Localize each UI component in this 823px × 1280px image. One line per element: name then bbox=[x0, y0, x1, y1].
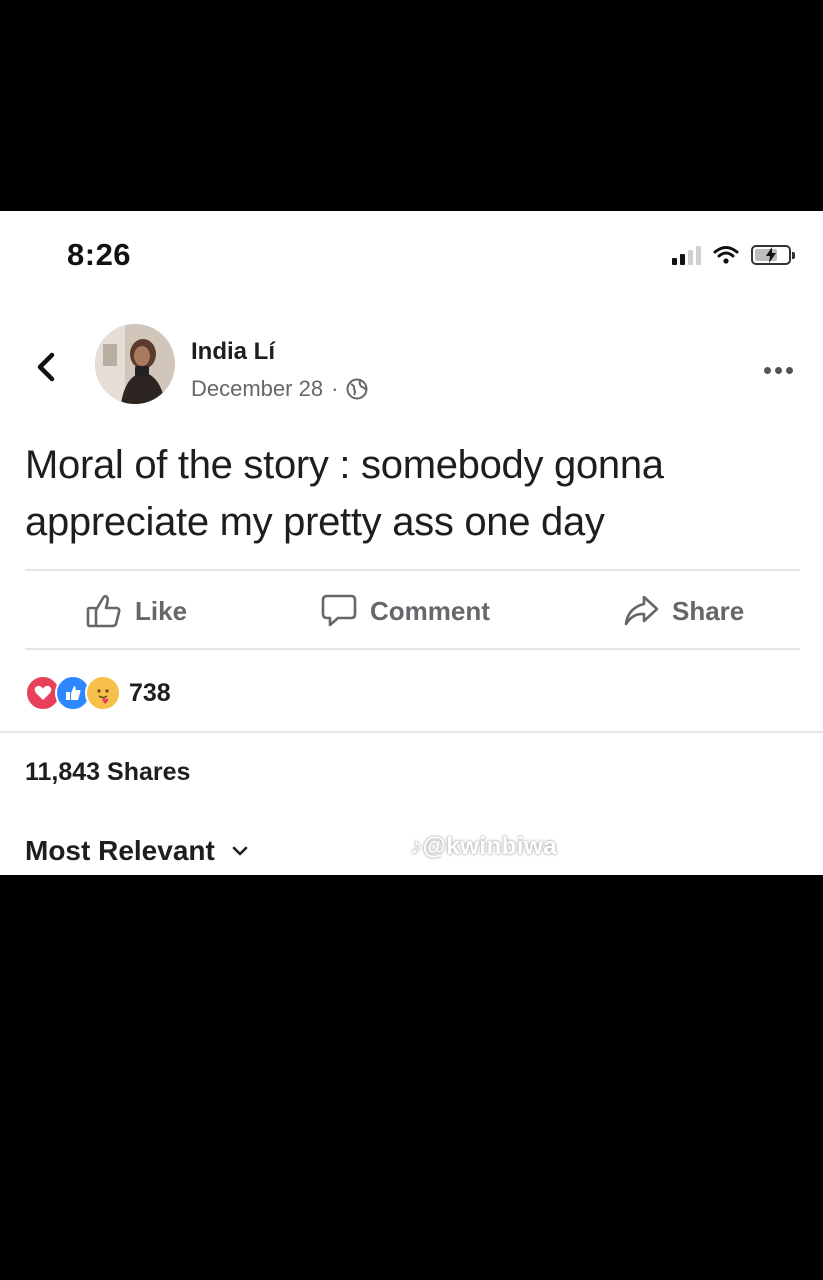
reactions-summary[interactable]: 738 bbox=[25, 673, 171, 713]
post-text-line: Moral of the story : somebody gonna bbox=[25, 443, 664, 487]
post-date[interactable]: December 28 bbox=[191, 376, 323, 402]
globe-icon bbox=[346, 378, 368, 400]
facebook-post-screen: 8:26 India Lí December 28 · Moral of the… bbox=[0, 211, 823, 875]
more-dot-icon bbox=[764, 367, 771, 374]
battery-charging-icon bbox=[751, 245, 795, 265]
wifi-icon bbox=[713, 246, 739, 264]
care-icon bbox=[85, 675, 121, 711]
thumbs-up-icon bbox=[86, 594, 121, 628]
post-meta: December 28 · bbox=[191, 376, 368, 402]
status-icons bbox=[672, 245, 795, 265]
author-name[interactable]: India Lí bbox=[191, 338, 275, 366]
share-button[interactable]: Share bbox=[622, 581, 744, 641]
status-bar: 8:26 bbox=[0, 211, 823, 301]
like-button[interactable]: Like bbox=[85, 581, 187, 641]
share-arrow-icon bbox=[624, 595, 659, 626]
divider bbox=[25, 648, 800, 650]
post-text-line: appreciate my pretty ass one day bbox=[25, 500, 605, 544]
chevron-left-icon bbox=[37, 352, 55, 382]
chevron-down-icon bbox=[232, 846, 248, 856]
meta-separator: · bbox=[331, 376, 339, 401]
share-label: Share bbox=[672, 595, 745, 626]
signal-icon bbox=[672, 245, 701, 265]
sort-label: Most Relevant bbox=[25, 835, 215, 866]
divider bbox=[25, 569, 800, 571]
post-text: Moral of the story : somebody gonna appr… bbox=[25, 437, 805, 551]
more-dot-icon bbox=[775, 367, 782, 374]
like-label: Like bbox=[135, 595, 188, 626]
more-dot-icon bbox=[786, 367, 793, 374]
reaction-count: 738 bbox=[129, 678, 171, 707]
comment-button[interactable]: Comment bbox=[320, 581, 490, 641]
action-bar: Like Comment Share bbox=[0, 581, 823, 641]
comments-sort-dropdown[interactable]: Most Relevant bbox=[25, 835, 249, 867]
avatar[interactable] bbox=[95, 324, 175, 404]
post-header: India Lí December 28 · bbox=[0, 321, 823, 411]
section-divider bbox=[0, 731, 823, 733]
more-options-button[interactable] bbox=[764, 367, 793, 374]
status-time: 8:26 bbox=[67, 237, 132, 272]
comment-bubble-icon bbox=[321, 594, 357, 627]
comment-label: Comment bbox=[370, 595, 490, 626]
shares-count[interactable]: 11,843 Shares bbox=[25, 758, 190, 787]
back-button[interactable] bbox=[32, 347, 62, 387]
tiktok-watermark: ♪@kwinbiwa bbox=[410, 833, 558, 860]
